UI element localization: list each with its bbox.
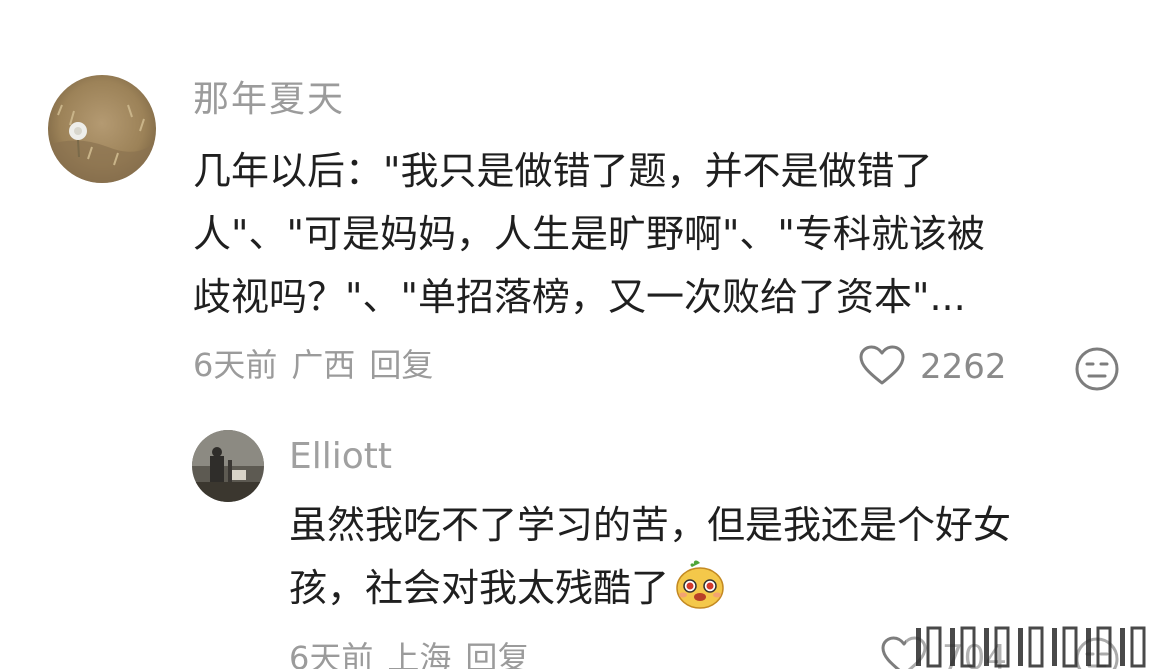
comment-line: 歧视吗？"、"单招落榜，又一次败给了资本"... xyxy=(193,275,966,319)
neutral-face-icon xyxy=(1074,347,1120,396)
comment-meta: 6天前 广西 回复 xyxy=(193,343,447,387)
username[interactable]: 那年夏天 xyxy=(193,78,345,122)
reply-button[interactable]: 回复 xyxy=(465,639,529,669)
avatar[interactable] xyxy=(48,75,156,183)
reply-meta: 6天前 上海 回复 xyxy=(289,636,543,669)
location: 上海 xyxy=(387,639,452,669)
timestamp: 6天前 xyxy=(193,346,278,384)
location: 广西 xyxy=(291,346,356,384)
comment-line: 人"、"可是妈妈，人生是旷野啊"、"专科就该被 xyxy=(193,212,985,256)
reply-username[interactable]: Elliott xyxy=(289,434,392,480)
smiling-bun-emoji xyxy=(673,557,727,611)
heart-outline-icon xyxy=(858,344,906,390)
timestamp: 6天前 xyxy=(289,639,374,669)
reply-avatar[interactable] xyxy=(192,430,264,502)
comment-thread: 那年夏天 几年以后："我只是做错了题，并不是做错了 人"、"可是妈妈，人生是旷野… xyxy=(0,0,1170,669)
reply-text: 虽然我吃不了学习的苦，但是我还是个好女 孩，社会对我太残酷了 xyxy=(289,494,1149,620)
reply-line: 虽然我吃不了学习的苦，但是我还是个好女 xyxy=(289,503,1012,547)
reply-line-text: 孩，社会对我太残酷了 xyxy=(289,566,670,610)
reply-button[interactable]: 回复 xyxy=(369,346,433,384)
reply-line: 孩，社会对我太残酷了 xyxy=(289,557,1149,620)
comment-text: 几年以后："我只是做错了题，并不是做错了 人"、"可是妈妈，人生是旷野啊"、"专… xyxy=(193,140,1093,329)
dislike-button[interactable] xyxy=(1074,346,1120,392)
watermark xyxy=(906,622,1166,669)
like-button[interactable]: 2262 xyxy=(858,345,1007,389)
like-count: 2262 xyxy=(920,347,1007,387)
comment-line: 几年以后："我只是做错了题，并不是做错了 xyxy=(193,149,933,193)
